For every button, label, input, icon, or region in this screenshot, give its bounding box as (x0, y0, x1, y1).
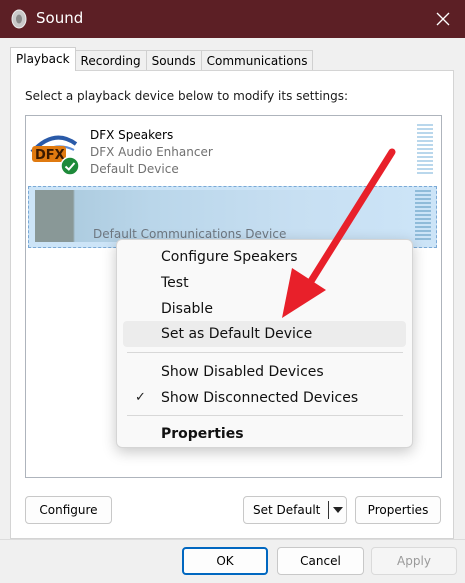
menu-item-label: Show Disabled Devices (161, 364, 324, 380)
check-icon: ✓ (135, 390, 146, 405)
cancel-label: Cancel (300, 554, 341, 568)
tab-recording[interactable]: Recording (74, 50, 147, 71)
menu-separator (127, 352, 403, 353)
set-default-label: Set Default (253, 503, 321, 517)
instruction-text: Select a playback device below to modify… (25, 89, 349, 103)
close-button[interactable] (429, 6, 457, 32)
set-default-button[interactable]: Set Default (243, 496, 347, 524)
device-item-dfx-speakers[interactable]: DFX DFX Speakers DFX Audio Enhancer Defa… (26, 120, 441, 182)
window-title: Sound (36, 9, 84, 27)
apply-button[interactable]: Apply (371, 547, 457, 575)
tab-sounds[interactable]: Sounds (145, 50, 202, 71)
split-divider (328, 501, 329, 519)
menu-item-show-disabled[interactable]: Show Disabled Devices (123, 359, 406, 385)
menu-item-configure-speakers[interactable]: Configure Speakers (123, 244, 406, 270)
close-icon (436, 12, 450, 26)
menu-separator (127, 415, 403, 416)
ok-button[interactable]: OK (182, 547, 268, 575)
dropdown-arrow-icon[interactable] (333, 507, 343, 514)
apply-label: Apply (397, 554, 431, 568)
device-status: Default Device (90, 162, 179, 176)
configure-button[interactable]: Configure (25, 496, 112, 524)
device-driver: DFX Audio Enhancer (90, 145, 213, 159)
context-menu: Configure Speakers Test Disable Set as D… (116, 239, 413, 448)
configure-label: Configure (39, 503, 98, 517)
menu-item-set-default-device[interactable]: Set as Default Device (123, 321, 406, 347)
tab-strip: Playback Recording Sounds Communications (10, 47, 314, 71)
properties-label: Properties (367, 503, 429, 517)
cancel-button[interactable]: Cancel (277, 547, 364, 575)
speaker-icon (11, 9, 27, 29)
menu-item-disable[interactable]: Disable (123, 296, 406, 322)
tab-communications[interactable]: Communications (200, 50, 314, 71)
level-meter (415, 190, 431, 242)
menu-item-label: Show Disconnected Devices (161, 390, 359, 406)
title-bar: Sound (0, 0, 465, 38)
level-meter (417, 124, 433, 176)
ok-label: OK (216, 554, 234, 568)
menu-item-show-disconnected[interactable]: ✓ Show Disconnected Devices (123, 385, 406, 411)
device-name: DFX Speakers (90, 128, 174, 142)
menu-item-properties[interactable]: Properties (123, 421, 406, 447)
menu-item-test[interactable]: Test (123, 270, 406, 296)
properties-button[interactable]: Properties (355, 496, 441, 524)
tab-playback[interactable]: Playback (10, 47, 76, 71)
default-check-icon (60, 156, 80, 176)
